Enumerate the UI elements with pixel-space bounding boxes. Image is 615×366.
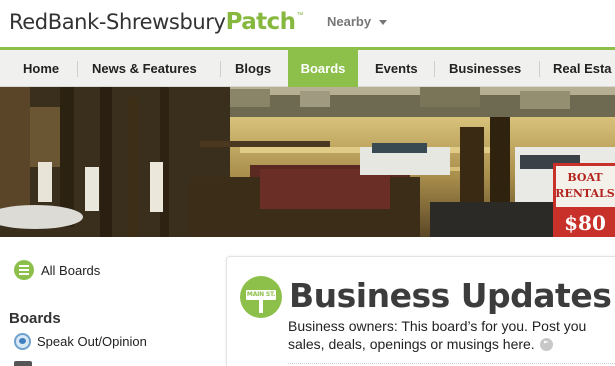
speech-bubble-icon bbox=[14, 333, 31, 350]
site-header: RedBank-Shrewsbury Patch ™ Nearby bbox=[0, 0, 615, 47]
logo-brand-name: Patch bbox=[225, 9, 296, 35]
board-description-line-2: sales, deals, openings or musings here. bbox=[288, 335, 553, 353]
nearby-dropdown[interactable]: Nearby bbox=[327, 14, 388, 29]
next-board-icon bbox=[14, 361, 32, 366]
nav-separator bbox=[434, 61, 435, 77]
all-boards-link[interactable]: All Boards bbox=[14, 260, 100, 280]
site-logo[interactable]: RedBank-Shrewsbury Patch ™ bbox=[9, 4, 303, 40]
main-navigation: Home News & Features Blogs Boards Events… bbox=[0, 47, 615, 97]
nav-item-real-estate[interactable]: Real Esta bbox=[553, 50, 612, 86]
nav-separator bbox=[77, 61, 78, 77]
nearby-label: Nearby bbox=[327, 14, 372, 29]
boards-heading: Boards bbox=[9, 310, 61, 327]
boat-sign-line-1: BOAT bbox=[567, 171, 603, 184]
boat-sign-line-2: RENTALS bbox=[555, 187, 614, 200]
hero-banner-image: BOAT RENTALS $80 bbox=[0, 87, 615, 237]
board-description-text: sales, deals, openings or musings here. bbox=[288, 336, 535, 352]
nav-separator bbox=[220, 61, 221, 77]
flag-icon[interactable] bbox=[539, 337, 553, 351]
nav-item-events[interactable]: Events bbox=[375, 50, 418, 86]
nav-item-news-features[interactable]: News & Features bbox=[92, 50, 197, 86]
nav-item-boards[interactable]: Boards bbox=[288, 47, 358, 97]
logo-town-name: RedBank-Shrewsbury bbox=[9, 10, 226, 34]
logo-trademark: ™ bbox=[296, 12, 304, 19]
nav-separator bbox=[539, 61, 540, 77]
street-sign-icon: MAIN ST. bbox=[240, 276, 282, 318]
sidebar-item-speak-out-opinion[interactable]: Speak Out/Opinion bbox=[14, 333, 147, 350]
boat-sign-price: $80 bbox=[564, 211, 606, 235]
nav-item-blogs[interactable]: Blogs bbox=[235, 50, 271, 86]
sidebar-item-label: Speak Out/Opinion bbox=[37, 334, 147, 349]
nav-item-home[interactable]: Home bbox=[23, 50, 59, 86]
chevron-down-icon bbox=[379, 20, 388, 25]
nav-item-businesses[interactable]: Businesses bbox=[449, 50, 521, 86]
card-divider bbox=[288, 363, 615, 364]
list-icon bbox=[14, 260, 34, 280]
street-sign-label: MAIN ST. bbox=[246, 290, 276, 300]
street-sign-post bbox=[259, 300, 263, 313]
page-title: Business Updates bbox=[289, 276, 612, 315]
board-description-line-1: Business owners: This board’s for you. P… bbox=[288, 318, 587, 334]
marina-photo: BOAT RENTALS $80 bbox=[0, 87, 615, 237]
all-boards-label: All Boards bbox=[41, 262, 101, 278]
